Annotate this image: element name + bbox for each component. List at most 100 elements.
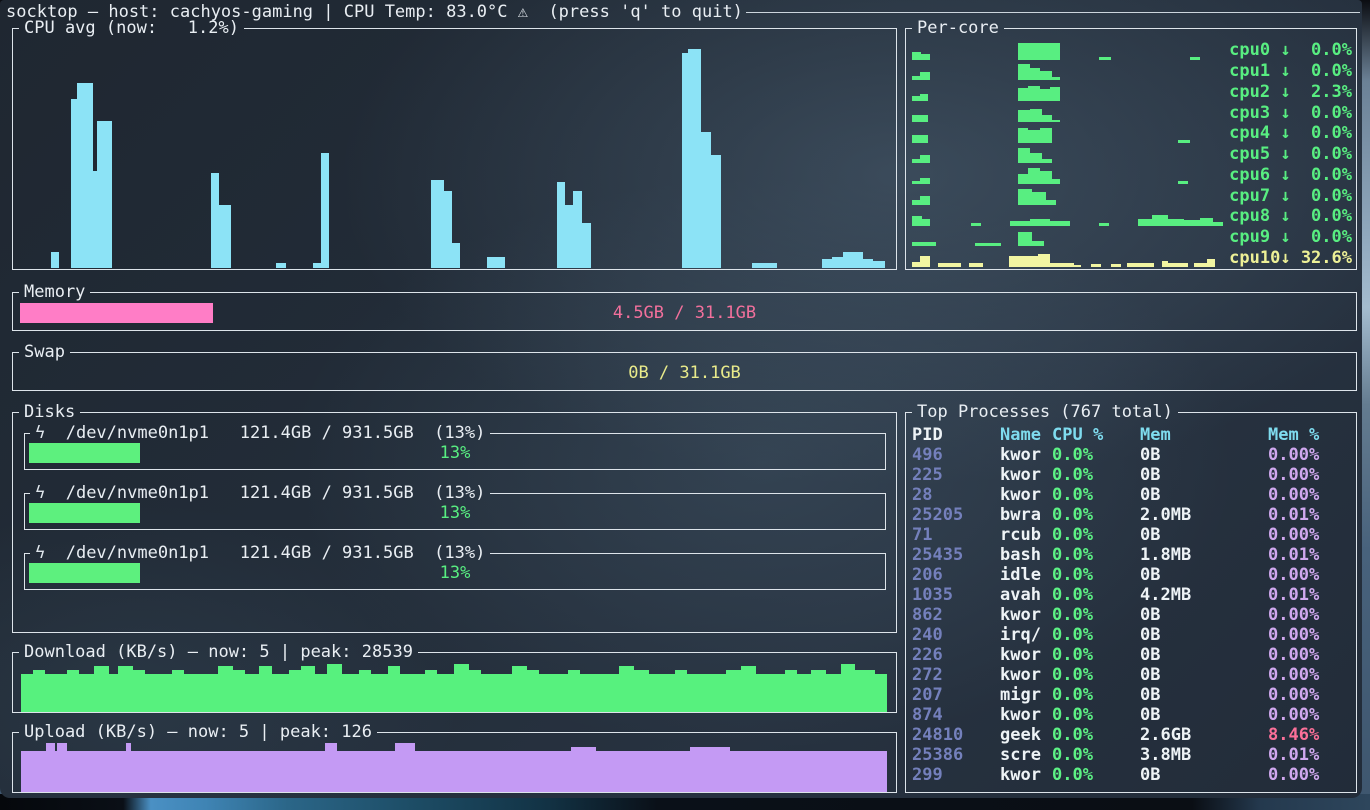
- history-bar: [873, 261, 885, 268]
- history-bar: [184, 674, 218, 712]
- history-bar: [1042, 159, 1052, 163]
- process-cpu: 0.0%: [1052, 525, 1140, 545]
- disk-percent-label: 13%: [24, 443, 886, 463]
- history-bar: [1028, 168, 1040, 184]
- process-name: irq/: [1000, 625, 1052, 645]
- history-bar: [797, 674, 812, 712]
- process-mem-percent: 0.00%: [1268, 445, 1352, 465]
- process-name: rcub: [1000, 525, 1052, 545]
- process-name: avah: [1000, 585, 1052, 605]
- history-bar: [568, 670, 580, 712]
- history-bar: [1040, 171, 1052, 184]
- cpu-history-chart: [21, 42, 887, 268]
- history-bar: [337, 751, 395, 792]
- core-sparkline: [912, 249, 1223, 267]
- history-bar: [1018, 148, 1030, 164]
- history-bar: [469, 670, 481, 712]
- history-bar: [172, 670, 184, 712]
- core-label: cpu3 ↓ 0.0%: [1229, 103, 1352, 123]
- history-bar: [1018, 174, 1028, 185]
- process-name: kwor: [1000, 645, 1052, 665]
- process-mem-percent: 0.01%: [1268, 745, 1352, 765]
- process-cpu: 0.0%: [1052, 565, 1140, 585]
- history-bar: [912, 242, 936, 246]
- process-mem: 0B: [1140, 565, 1268, 585]
- history-bar: [811, 670, 826, 712]
- history-bar: [371, 674, 388, 712]
- history-bar: [1018, 110, 1030, 122]
- disks-panel-title: Disks: [19, 403, 80, 421]
- history-bar: [94, 666, 109, 712]
- process-pid: 206: [912, 565, 1000, 585]
- history-bar: [395, 743, 415, 792]
- core-label: cpu9 ↓ 0.0%: [1229, 227, 1352, 247]
- history-bar: [1207, 259, 1215, 267]
- process-pid: 496: [912, 445, 1000, 465]
- process-column-header: Name: [1000, 425, 1052, 445]
- history-bar: [582, 223, 591, 268]
- history-bar: [634, 670, 649, 712]
- swap-usage-label: 0B / 31.1GB: [12, 363, 1357, 383]
- process-mem: 0B: [1140, 625, 1268, 645]
- history-bar: [711, 155, 721, 268]
- process-pid: 874: [912, 705, 1000, 725]
- history-bar: [1091, 264, 1101, 267]
- disk-title-text: /dev/nvme0n1p1 121.4GB / 931.5GB (13%): [45, 543, 485, 563]
- history-bar: [1200, 218, 1214, 226]
- history-bar: [863, 259, 873, 268]
- history-bar: [675, 670, 687, 712]
- history-bar: [437, 674, 454, 712]
- history-bar: [922, 219, 930, 226]
- core-row: cpu0 ↓ 0.0%: [912, 40, 1352, 61]
- history-bar: [875, 674, 887, 712]
- history-bar: [1042, 115, 1052, 122]
- history-bar: [77, 83, 84, 268]
- history-bar: [1040, 89, 1050, 101]
- process-name: kwor: [1000, 765, 1052, 785]
- history-bar: [1127, 263, 1155, 267]
- memory-usage-label: 4.5GB / 31.1GB: [12, 303, 1357, 323]
- core-sparkline: [912, 42, 1223, 60]
- process-pid: 272: [912, 665, 1000, 685]
- history-bar: [145, 674, 172, 712]
- history-bar: [912, 200, 920, 205]
- process-column-header: Mem %: [1268, 425, 1352, 445]
- disk-entry-title: ϟ /dev/nvme0n1p1 121.4GB / 931.5GB (13%): [30, 484, 490, 502]
- upload-history-chart: [21, 742, 887, 792]
- history-bar: [920, 196, 930, 205]
- process-column-header: PID: [912, 425, 1000, 445]
- process-mem-percent: 0.00%: [1268, 525, 1352, 545]
- process-mem-percent: 0.00%: [1268, 605, 1352, 625]
- history-bar: [1178, 140, 1190, 143]
- history-bar: [912, 115, 928, 122]
- history-bar: [843, 252, 853, 268]
- history-bar: [1030, 68, 1040, 80]
- history-bar: [1052, 77, 1060, 81]
- cpu-avg-panel-title: CPU avg (now: 1.2%): [19, 19, 244, 37]
- history-bar: [1099, 223, 1109, 226]
- history-bar: [481, 674, 513, 712]
- history-bar: [118, 666, 133, 712]
- process-cpu: 0.0%: [1052, 645, 1140, 665]
- history-bar: [741, 666, 756, 712]
- core-label: cpu7 ↓ 0.0%: [1229, 186, 1352, 206]
- core-row: cpu9 ↓ 0.0%: [912, 227, 1352, 248]
- history-bar: [912, 52, 921, 60]
- process-cpu: 0.0%: [1052, 765, 1140, 785]
- history-bar: [133, 670, 145, 712]
- history-bar: [1032, 192, 1046, 205]
- process-name: kwor: [1000, 445, 1052, 465]
- disk-title-text: /dev/nvme0n1p1 121.4GB / 931.5GB (13%): [45, 483, 485, 503]
- process-mem-percent: 0.01%: [1268, 585, 1352, 605]
- history-bar: [912, 159, 920, 163]
- process-cpu: 0.0%: [1052, 465, 1140, 485]
- process-mem-percent: 0.00%: [1268, 465, 1352, 485]
- history-bar: [565, 205, 573, 268]
- download-history-chart: [21, 662, 887, 712]
- core-sparkline: [912, 104, 1223, 122]
- process-name: scre: [1000, 745, 1052, 765]
- history-bar: [971, 223, 981, 226]
- core-row: cpu4 ↓ 0.0%: [912, 123, 1352, 144]
- history-bar: [51, 252, 59, 268]
- disk-icon: ϟ: [35, 423, 45, 443]
